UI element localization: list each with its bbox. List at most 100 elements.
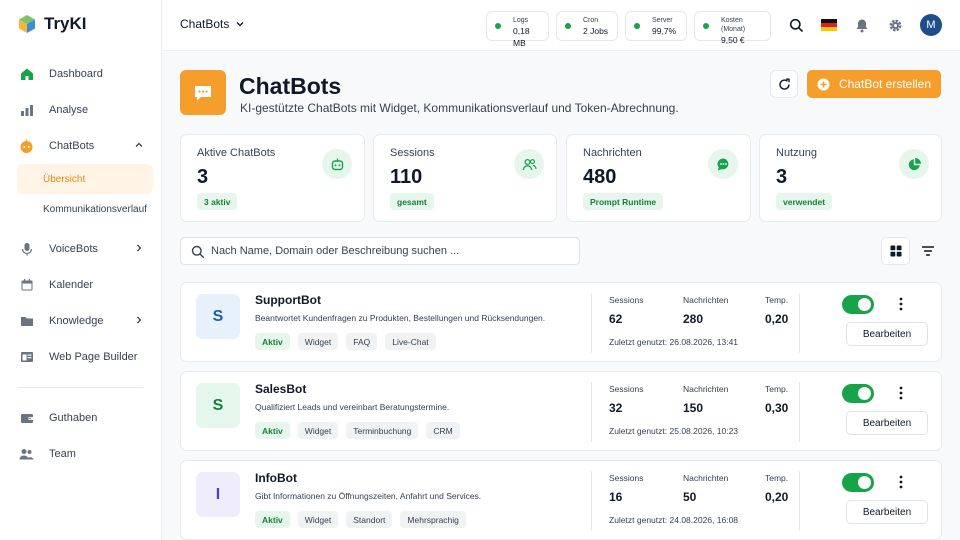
summary-card-nutzung: Nutzung 3 verwendet: [759, 134, 942, 222]
bot-enabled-toggle[interactable]: [842, 384, 874, 403]
card-value: 3: [776, 166, 788, 188]
bell-icon[interactable]: [852, 15, 872, 35]
create-chatbot-label: ChatBot erstellen: [838, 77, 932, 91]
metric-value-sessions: 32: [609, 401, 623, 415]
metric-label-temp: Temp.: [765, 473, 789, 483]
wallet-icon: [19, 411, 34, 426]
sidebar-item-voicebots[interactable]: VoiceBots: [0, 231, 161, 267]
sidebar-item-chatbots[interactable]: ChatBots: [0, 128, 161, 164]
stat-value: 0,18 MB: [513, 26, 530, 48]
bot-tag: Widget: [297, 333, 339, 350]
bot-name[interactable]: SupportBot: [255, 293, 321, 307]
bot-card[interactable]: S SalesBot Qualifiziert Leads und verein…: [180, 371, 942, 451]
sidebar-item-label: Analyse: [49, 104, 89, 116]
browser-icon: [19, 350, 34, 365]
bot-avatar: I: [196, 472, 240, 517]
stat-label: Cron: [583, 17, 599, 24]
bot-name[interactable]: InfoBot: [255, 471, 297, 485]
chatbot-icon: [19, 139, 34, 154]
edit-button[interactable]: Bearbeiten: [846, 322, 928, 346]
search-icon[interactable]: [786, 15, 806, 35]
bot-card[interactable]: I InfoBot Gibt Informationen zu Öffnungs…: [180, 460, 942, 540]
metric-label-temp: Temp.: [765, 384, 789, 394]
bot-card[interactable]: S SupportBot Beantwortet Kundenfragen zu…: [180, 282, 942, 362]
divider: [799, 471, 800, 531]
chevron-up-icon: [135, 142, 143, 147]
divider: [591, 293, 592, 353]
card-badge: Prompt Runtime: [583, 193, 664, 210]
sidebar-item-dashboard[interactable]: Dashboard: [0, 56, 161, 92]
bot-tag: Mehrsprachig: [400, 511, 466, 528]
bot-avatar: S: [196, 383, 240, 428]
bot-tag: Widget: [297, 422, 339, 439]
chevron-right-icon: [137, 244, 142, 252]
stat-value: 9,50 €: [721, 35, 745, 45]
filter-button[interactable]: [917, 241, 939, 261]
calendar-icon: [19, 278, 34, 293]
sidebar-item-analyse[interactable]: Analyse: [0, 92, 161, 128]
bot-description: Gibt Informationen zu Öffnungszeiten, An…: [255, 491, 482, 501]
last-used-prefix: Zuletzt genutzt:: [609, 515, 668, 525]
edit-button[interactable]: Bearbeiten: [846, 500, 928, 524]
message-icon: [708, 149, 738, 179]
sidebar-item-knowledge[interactable]: Knowledge: [0, 303, 161, 339]
german-flag-icon[interactable]: [819, 15, 839, 35]
home-icon: [19, 67, 34, 82]
metric-value-sessions: 62: [609, 312, 623, 326]
stat-server[interactable]: Server 99,7%: [625, 11, 687, 41]
bot-enabled-toggle[interactable]: [842, 473, 874, 492]
more-vertical-icon[interactable]: [894, 295, 908, 313]
divider: [591, 471, 592, 531]
status-dot: [495, 23, 501, 29]
search-input[interactable]: Nach Name, Domain oder Beschreibung such…: [180, 237, 580, 265]
more-vertical-icon[interactable]: [894, 473, 908, 491]
sidebar-divider: [18, 387, 143, 388]
stat-value: 99,7%: [652, 26, 677, 36]
last-used-prefix: Zuletzt genutzt:: [609, 337, 668, 347]
status-badge: Aktiv: [255, 511, 290, 528]
chatbot-header-icon: [180, 70, 226, 115]
create-chatbot-button[interactable]: ChatBot erstellen: [807, 70, 941, 98]
sidebar-item-guthaben[interactable]: Guthaben: [0, 400, 161, 436]
metric-value-temp: 0,20: [765, 312, 789, 326]
edit-button[interactable]: Bearbeiten: [846, 411, 928, 435]
sidebar-subitem-uebersicht[interactable]: Übersicht: [17, 164, 153, 194]
stat-kosten[interactable]: Kosten (Monat) 9,50 €: [694, 11, 771, 45]
logo[interactable]: TryKI: [18, 14, 87, 34]
sidebar: TryKI Dashboard Analyse ChatBots Übersic…: [0, 0, 162, 540]
cube-logo-icon: [19, 15, 35, 33]
sidebar-item-label: Kalender: [49, 279, 94, 291]
grid-view-button[interactable]: [881, 237, 910, 265]
metric-label-temp: Temp.: [765, 295, 789, 305]
sidebar-item-kalender[interactable]: Kalender: [0, 267, 161, 303]
stat-logs[interactable]: Logs 0,18 MB: [486, 11, 549, 48]
search-icon: [191, 245, 205, 259]
sidebar-item-label: Guthaben: [49, 412, 98, 424]
workspace-selector[interactable]: ChatBots: [180, 17, 245, 31]
last-used-value: 26.08.2026, 13:41: [669, 337, 739, 347]
status-badge: Aktiv: [255, 333, 290, 350]
sidebar-item-web-page-builder[interactable]: Web Page Builder: [0, 339, 161, 375]
last-used: Zuletzt genutzt: 24.08.2026, 16:08: [609, 515, 738, 525]
sidebar-item-label: VoiceBots: [49, 243, 98, 255]
divider: [591, 382, 592, 442]
page-subtitle: KI-gestützte ChatBots mit Widget, Kommun…: [240, 101, 679, 115]
sidebar-subitem-kommunikationsverlauf[interactable]: Kommunikationsverlauf: [17, 194, 153, 224]
more-vertical-icon[interactable]: [894, 384, 908, 402]
sidebar-item-team[interactable]: Team: [0, 436, 161, 472]
refresh-button[interactable]: [770, 70, 798, 98]
metric-value-sessions: 16: [609, 490, 623, 504]
metric-value-messages: 50: [683, 490, 697, 504]
stat-cron[interactable]: Cron 2 Jobs: [556, 11, 618, 41]
search-placeholder: Nach Name, Domain oder Beschreibung such…: [211, 245, 460, 257]
users-icon: [514, 149, 544, 179]
gear-icon[interactable]: [885, 15, 905, 35]
bot-enabled-toggle[interactable]: [842, 295, 874, 314]
topbar: ChatBots Logs 0,18 MB Cron 2 Jobs Server…: [163, 0, 960, 51]
bot-name[interactable]: SalesBot: [255, 382, 306, 396]
page-title: ChatBots: [239, 73, 342, 99]
user-avatar[interactable]: M: [920, 14, 942, 36]
refresh-icon: [778, 78, 790, 90]
metric-value-messages: 280: [683, 312, 704, 326]
bot-tag: Standort: [346, 511, 393, 528]
